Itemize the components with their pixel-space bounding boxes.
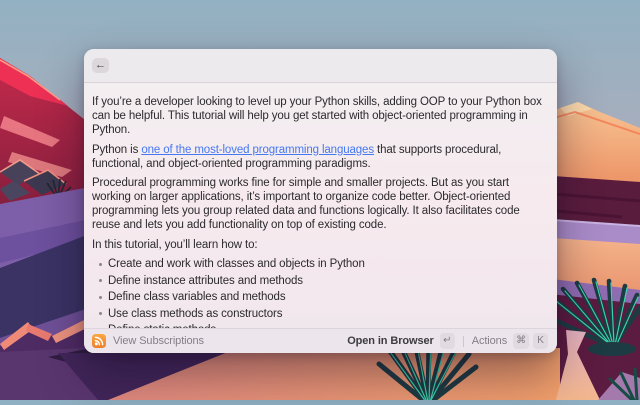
- view-subscriptions-button[interactable]: View Subscriptions: [92, 334, 204, 348]
- footer-divider: [463, 336, 464, 347]
- article-content: If you’re a developer looking to level u…: [84, 83, 557, 328]
- list-item-text: Define class variables and methods: [108, 291, 285, 303]
- cmd-keycap: ⌘: [513, 333, 529, 349]
- bullet-dot-icon: [99, 312, 102, 315]
- window-footer: View Subscriptions Open in Browser ↵ Act…: [84, 328, 557, 353]
- bullet-dot-icon: [99, 279, 102, 282]
- view-subscriptions-label: View Subscriptions: [113, 335, 204, 347]
- back-arrow-icon: ←: [95, 58, 106, 73]
- learn-list: Create and work with classes and objects…: [92, 257, 549, 328]
- actions-label: Actions: [472, 335, 507, 347]
- cmd-key-icon: ⌘: [516, 333, 526, 349]
- return-keycap: ↵: [440, 333, 455, 349]
- list-item: Define static methods: [92, 323, 549, 328]
- open-in-browser-label: Open in Browser: [347, 335, 434, 347]
- article-paragraph: Python is one of the most-loved programm…: [92, 143, 549, 171]
- list-item: Create and work with classes and objects…: [92, 257, 549, 271]
- list-item: Define instance attributes and methods: [92, 274, 549, 288]
- list-item-text: Create and work with classes and objects…: [108, 258, 365, 270]
- paragraph-text: Python is: [92, 144, 141, 156]
- list-item: Define class variables and methods: [92, 290, 549, 304]
- article-paragraph: Procedural programming works fine for si…: [92, 176, 549, 232]
- list-item-text: Use class methods as constructors: [108, 308, 282, 320]
- back-button[interactable]: ←: [92, 58, 109, 73]
- bullet-dot-icon: [99, 296, 102, 299]
- article-paragraph: In this tutorial, you’ll learn how to:: [92, 238, 549, 252]
- window-header: ←: [84, 49, 557, 83]
- list-item: Use class methods as constructors: [92, 307, 549, 321]
- open-in-browser-button[interactable]: Open in Browser ↵: [347, 333, 455, 349]
- footer-actions-group: Open in Browser ↵ Actions ⌘ K: [347, 333, 548, 349]
- bullet-dot-icon: [99, 263, 102, 266]
- k-keycap: K: [533, 333, 548, 349]
- return-key-icon: ↵: [443, 333, 451, 349]
- actions-button[interactable]: Actions ⌘ K: [472, 333, 548, 349]
- rss-icon: [92, 334, 106, 348]
- article-link[interactable]: one of the most-loved programming langua…: [141, 144, 374, 156]
- k-key-label: K: [537, 333, 544, 349]
- list-item-text: Define instance attributes and methods: [108, 275, 303, 287]
- list-item-text: Define static methods: [108, 324, 216, 328]
- reader-window: ← If you’re a developer looking to level…: [84, 49, 557, 353]
- article-paragraph: If you’re a developer looking to level u…: [92, 95, 549, 137]
